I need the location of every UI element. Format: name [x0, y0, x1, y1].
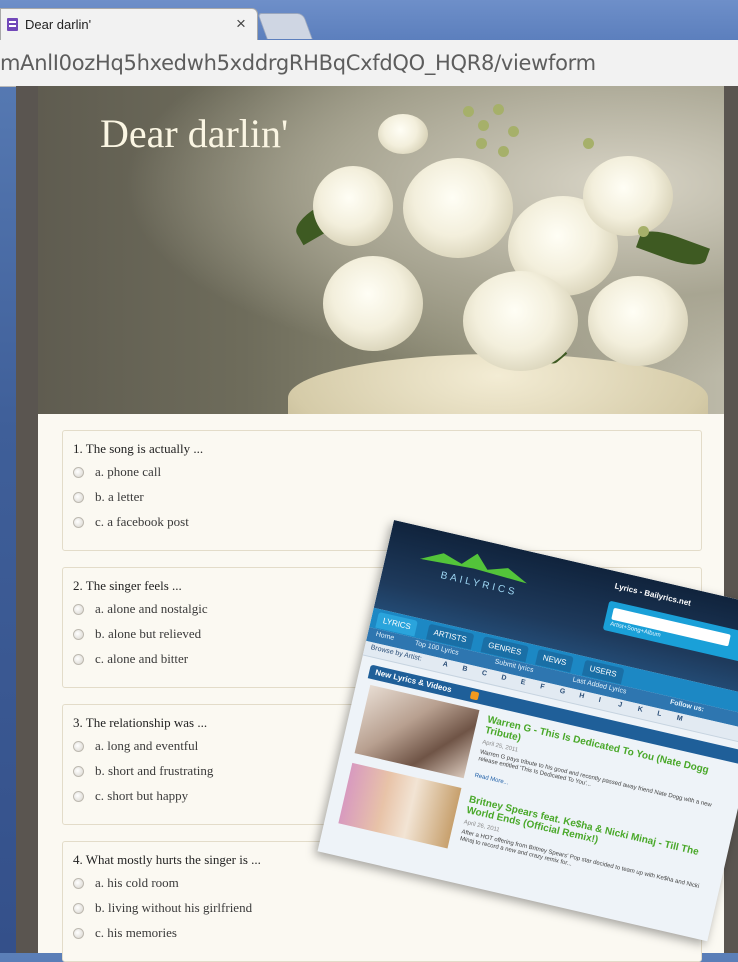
berry-decoration	[478, 120, 489, 131]
berry-decoration	[493, 104, 504, 115]
option-label: a. alone and nostalgic	[95, 601, 208, 616]
search-box: Artist+Song+Album	[602, 600, 738, 664]
radio-button[interactable]	[73, 765, 84, 777]
letter-link: B	[461, 665, 469, 674]
option-label: a. his cold room	[95, 875, 179, 890]
answer-option[interactable]: b. living without his girlfriend	[73, 899, 252, 917]
berry-decoration	[463, 106, 474, 117]
berry-decoration	[638, 226, 649, 237]
tab-title: Dear darlin'	[25, 17, 92, 32]
answer-option[interactable]: a. his cold room	[73, 874, 179, 892]
answer-option[interactable]: a. phone call	[73, 463, 161, 481]
letter-link: A	[442, 660, 449, 669]
letter-link: F	[539, 683, 546, 692]
video-thumbnail	[338, 762, 462, 849]
answer-option[interactable]: a. alone and nostalgic	[73, 600, 208, 618]
address-bar[interactable]: mAnlI0ozHq5hxedwh5xddrgRHBqCxfdQO_HQR8/v…	[0, 40, 738, 87]
read-more-link: Read More...	[473, 772, 510, 787]
rss-icon	[469, 690, 480, 701]
letter-link: K	[636, 705, 644, 714]
new-tab-button[interactable]	[257, 13, 313, 39]
radio-button[interactable]	[73, 628, 84, 640]
radio-button[interactable]	[73, 790, 84, 802]
option-label: c. alone and bitter	[95, 651, 189, 666]
option-label: c. his memories	[95, 925, 177, 940]
letter-link: G	[558, 687, 566, 696]
rose-bud-decoration	[378, 114, 428, 154]
letter-link: J	[617, 701, 623, 709]
form-title: Dear darlin'	[100, 111, 289, 156]
letter-link: H	[578, 692, 585, 701]
option-label: a. phone call	[95, 464, 162, 479]
radio-button[interactable]	[73, 516, 84, 528]
answer-option[interactable]: b. a letter	[73, 488, 144, 506]
option-label: b. short and frustrating	[95, 763, 214, 778]
letter-link: D	[500, 674, 508, 683]
rose-decoration	[583, 156, 673, 236]
answer-option[interactable]: c. short but happy	[73, 787, 188, 805]
answer-option[interactable]: c. a facebook post	[73, 513, 189, 531]
berry-decoration	[583, 138, 594, 149]
letter-link: M	[675, 714, 684, 723]
letter-link: I	[597, 696, 602, 705]
radio-button[interactable]	[73, 466, 84, 478]
google-forms-icon	[7, 18, 18, 31]
rose-decoration	[323, 256, 423, 351]
letter-link: L	[656, 710, 663, 719]
radio-button[interactable]	[73, 491, 84, 503]
browser-tab[interactable]: Dear darlin' ×	[0, 8, 258, 40]
option-label: b. a letter	[95, 489, 144, 504]
letter-link: C	[481, 669, 488, 678]
option-label: b. alone but relieved	[95, 626, 202, 641]
url-text[interactable]: mAnlI0ozHq5hxedwh5xddrgRHBqCxfdQO_HQR8/v…	[0, 51, 596, 75]
letter-link: E	[519, 678, 527, 687]
close-tab-icon[interactable]: ×	[236, 14, 246, 34]
subnav-item: Home	[375, 630, 395, 642]
answer-option[interactable]: b. alone but relieved	[73, 625, 201, 643]
radio-button[interactable]	[73, 653, 84, 665]
berry-decoration	[508, 126, 519, 137]
radio-button[interactable]	[73, 740, 84, 752]
radio-button[interactable]	[73, 927, 84, 939]
option-label: a. long and eventful	[95, 738, 199, 753]
rose-decoration	[403, 158, 513, 258]
radio-button[interactable]	[73, 877, 84, 889]
browser-tab-strip: Dear darlin' ×	[0, 0, 738, 40]
rose-decoration	[463, 271, 578, 371]
question-text: 1. The song is actually ...	[73, 441, 204, 456]
rose-decoration	[588, 276, 688, 366]
radio-button[interactable]	[73, 902, 84, 914]
answer-option[interactable]: c. his memories	[73, 924, 177, 942]
answer-option[interactable]: a. long and eventful	[73, 737, 198, 755]
answer-option[interactable]: b. short and frustrating	[73, 762, 213, 780]
option-label: b. living without his girlfriend	[95, 900, 253, 915]
option-label: c. a facebook post	[95, 514, 189, 529]
question-card-1: 1. The song is actually ... a. phone cal…	[62, 430, 702, 551]
radio-button[interactable]	[73, 603, 84, 615]
rose-decoration	[313, 166, 393, 246]
question-text: 4. What mostly hurts the singer is ...	[73, 852, 261, 867]
berry-decoration	[498, 146, 509, 157]
answer-option[interactable]: c. alone and bitter	[73, 650, 188, 668]
question-text: 3. The relationship was ...	[73, 715, 208, 730]
form-header-image: Dear darlin'	[38, 86, 724, 414]
question-text: 2. The singer feels ...	[73, 578, 182, 593]
berry-decoration	[476, 138, 487, 149]
option-label: c. short but happy	[95, 788, 189, 803]
